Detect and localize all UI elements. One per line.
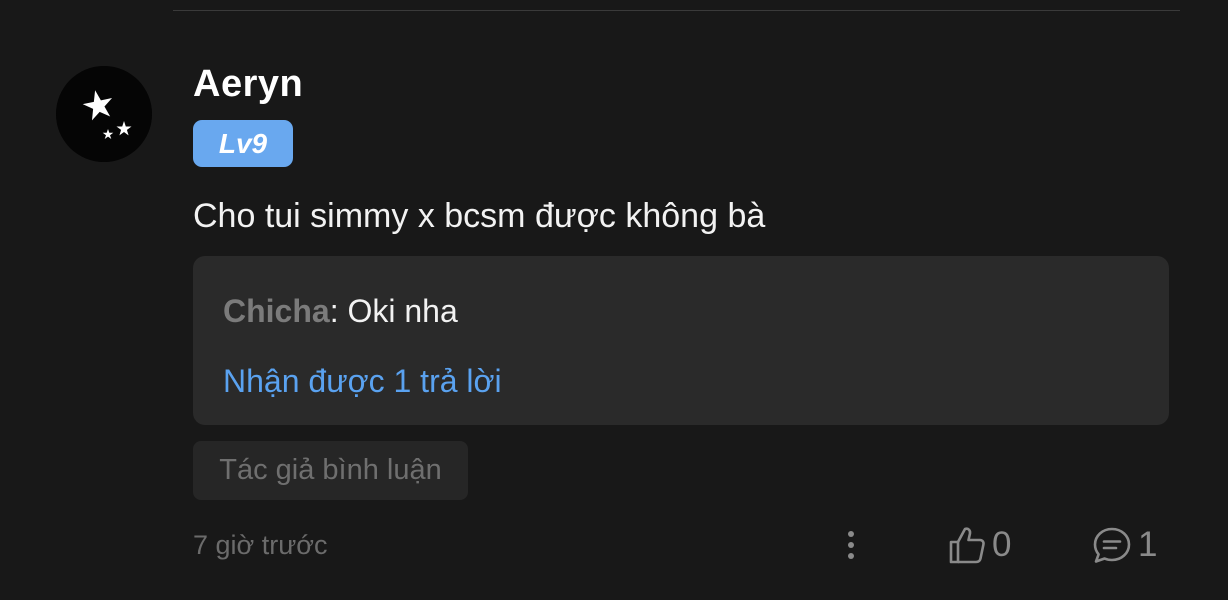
level-badge-label: Lv9 <box>218 127 268 159</box>
stars-avatar-icon <box>56 66 152 162</box>
comment-text: Cho tui simmy x bcsm được không bà <box>193 197 766 235</box>
level-badge: Lv9 <box>193 120 293 167</box>
reply-author[interactable]: Chicha <box>223 293 330 329</box>
like-button[interactable]: 0 <box>948 521 1011 569</box>
reply-preview-line: Chicha: Oki nha <box>223 292 458 330</box>
thumbs-up-icon <box>949 527 985 564</box>
speech-bubble-icon <box>1093 527 1131 563</box>
username[interactable]: Aeryn <box>193 62 303 106</box>
like-count: 0 <box>992 525 1012 564</box>
reply-separator: : <box>329 293 348 329</box>
author-tag: Tác giả bình luận <box>193 441 468 500</box>
reply-text: Oki nha <box>347 293 458 329</box>
view-replies-link[interactable]: Nhận được 1 trả lời <box>223 362 502 400</box>
timestamp: 7 giờ trước <box>193 530 328 560</box>
avatar[interactable] <box>56 66 152 162</box>
reply-button[interactable]: 1 <box>1092 521 1157 569</box>
more-options-button[interactable] <box>836 525 866 565</box>
reply-preview-box[interactable]: Chicha: Oki nha Nhận được 1 trả lời <box>193 256 1169 425</box>
author-tag-label: Tác giả bình luận <box>219 454 442 486</box>
top-divider <box>173 10 1180 11</box>
vertical-dots-icon <box>848 531 854 559</box>
reply-count: 1 <box>1138 525 1158 564</box>
